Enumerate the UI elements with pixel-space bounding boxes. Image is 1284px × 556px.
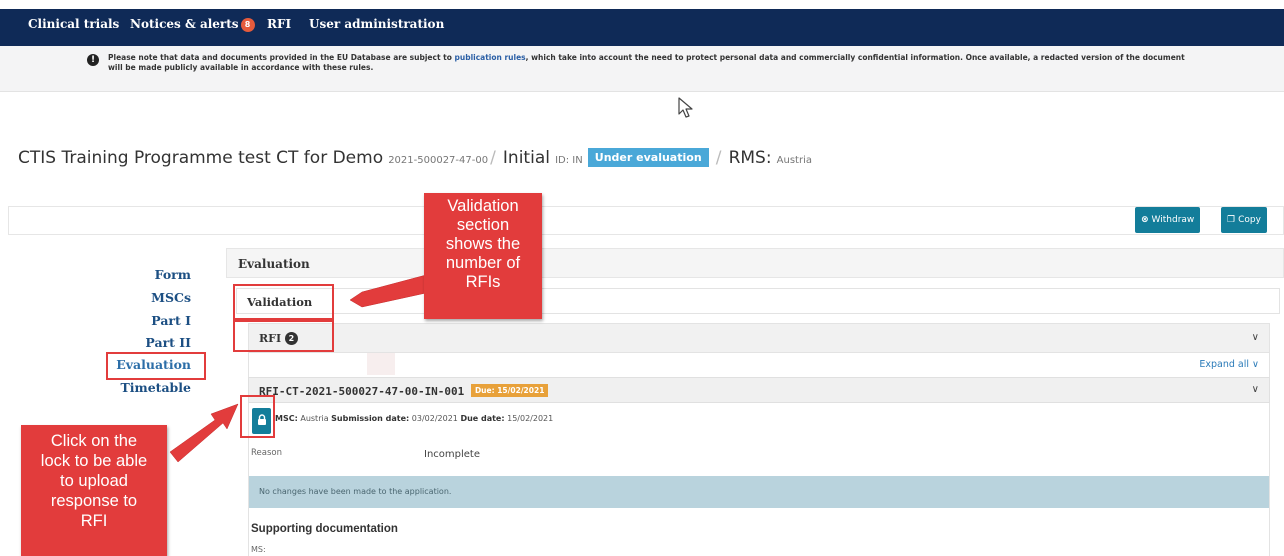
arrow-to-lock bbox=[169, 403, 239, 463]
expand-row: Expand all ∨ bbox=[248, 353, 1270, 377]
action-bar: ⊗ Withdraw ❐ Copy bbox=[8, 206, 1284, 235]
validation-section-header[interactable]: Validation bbox=[236, 288, 1280, 314]
notice-line2: will be made publicly available in accor… bbox=[108, 63, 374, 72]
evaluation-header: Evaluation bbox=[226, 248, 1284, 278]
alerts-count-badge: 8 bbox=[240, 18, 255, 32]
chevron-down-icon[interactable]: ∨ bbox=[1252, 332, 1259, 343]
msc-label: MSC: bbox=[275, 414, 298, 423]
copy-label: Copy bbox=[1238, 215, 1261, 225]
lock-highlight-box bbox=[240, 395, 275, 438]
validation-callout: Validation section shows the number of R… bbox=[424, 193, 542, 319]
rfi-highlight-box bbox=[233, 320, 334, 352]
title-separator: / bbox=[715, 148, 722, 168]
notice-text: Please note that data and documents prov… bbox=[108, 53, 1284, 73]
withdraw-button[interactable]: ⊗ Withdraw bbox=[1135, 207, 1201, 233]
rfi-id-text: RFI-CT-2021-500027-47-00-IN-001 bbox=[259, 385, 465, 398]
chevron-down-icon: ∨ bbox=[1252, 359, 1259, 370]
trial-phase: Initial bbox=[502, 148, 550, 168]
info-message-bar: No changes have been made to the applica… bbox=[249, 476, 1269, 508]
publication-notice: ! Please note that data and documents pr… bbox=[0, 46, 1284, 92]
mouse-cursor-icon bbox=[678, 97, 693, 118]
sidebar-item-mscs[interactable]: MSCs bbox=[151, 290, 191, 305]
callout-line: RFIs bbox=[465, 273, 501, 291]
evaluation-title: Evaluation bbox=[238, 257, 310, 271]
due-date-badge: Due: 15/02/2021 bbox=[470, 384, 549, 397]
nav-rfi[interactable]: RFI bbox=[267, 17, 291, 31]
callout-line: Validation bbox=[447, 197, 519, 215]
callout-line: to upload bbox=[60, 472, 128, 490]
status-badge: Under evaluation bbox=[587, 148, 709, 167]
trial-id: ID: IN bbox=[555, 155, 583, 166]
rms-label: RMS: bbox=[728, 148, 772, 168]
reason-label: Reason bbox=[251, 448, 282, 458]
callout-line: Click on the bbox=[50, 432, 138, 450]
publication-rules-link[interactable]: publication rules bbox=[455, 53, 526, 62]
sidebar-item-part-i[interactable]: Part I bbox=[151, 313, 191, 328]
evaluation-highlight-box bbox=[106, 352, 206, 380]
sidebar-item-form[interactable]: Form bbox=[155, 267, 191, 282]
nav-user-administration[interactable]: User administration bbox=[309, 17, 444, 31]
info-circle-icon: ! bbox=[87, 54, 99, 66]
title-separator: / bbox=[490, 148, 496, 168]
reason-value: Incomplete bbox=[424, 449, 480, 460]
copy-icon: ❐ bbox=[1227, 215, 1236, 225]
highlight-artifact bbox=[367, 353, 395, 375]
sidebar-item-timetable[interactable]: Timetable bbox=[120, 380, 191, 395]
nav-notices-alerts-label: Notices & alerts bbox=[130, 17, 239, 31]
rfi-meta-row: MSC: Austria Submission date: 03/02/2021… bbox=[275, 414, 553, 423]
rms-value: Austria bbox=[776, 155, 812, 166]
ms-label: MS: bbox=[251, 545, 266, 554]
withdraw-label: Withdraw bbox=[1151, 215, 1195, 225]
msc-value: Austria bbox=[300, 414, 329, 423]
validation-highlight-box bbox=[233, 284, 334, 320]
chevron-down-icon[interactable]: ∨ bbox=[1252, 384, 1259, 395]
x-circle-icon: ⊗ bbox=[1141, 215, 1149, 225]
expand-all-link[interactable]: Expand all ∨ bbox=[1199, 359, 1259, 370]
trial-title-row: CTIS Training Programme test CT for Demo… bbox=[18, 148, 812, 168]
callout-line: RFI bbox=[80, 512, 108, 530]
notice-line1-before: Please note that data and documents prov… bbox=[108, 53, 455, 62]
trial-title: CTIS Training Programme test CT for Demo bbox=[18, 148, 384, 168]
rfi-item-body: MSC: Austria Submission date: 03/02/2021… bbox=[248, 403, 1270, 556]
lock-callout: Click on the lock to be able to upload r… bbox=[21, 425, 167, 556]
expand-all-label: Expand all bbox=[1199, 359, 1249, 370]
callout-line: response to bbox=[50, 492, 138, 510]
rfi-accordion-header[interactable]: RFI 2 ∨ bbox=[248, 323, 1270, 353]
callout-line: lock to be able bbox=[40, 452, 148, 470]
nav-notices-alerts[interactable]: Notices & alerts 8 bbox=[130, 17, 255, 32]
submission-date-value: 03/02/2021 bbox=[411, 414, 458, 423]
nav-clinical-trials[interactable]: Clinical trials bbox=[28, 17, 119, 31]
copy-button[interactable]: ❐ Copy bbox=[1221, 207, 1267, 233]
due-date-label: Due date: bbox=[460, 414, 505, 423]
rfi-item-id: RFI-CT-2021-500027-47-00-IN-001 Due: 15/… bbox=[259, 384, 549, 398]
callout-line: section bbox=[456, 216, 510, 234]
sidebar-item-part-ii[interactable]: Part II bbox=[145, 335, 191, 350]
top-navigation: Clinical trials Notices & alerts 8 RFI Us… bbox=[0, 0, 1284, 48]
trial-number: 2021-500027-47-00 bbox=[388, 155, 489, 166]
supporting-documentation-title: Supporting documentation bbox=[251, 523, 398, 535]
notice-line1-after: , which take into account the need to pr… bbox=[525, 53, 1185, 62]
callout-line: shows the bbox=[445, 235, 521, 253]
callout-line: number of bbox=[445, 254, 521, 272]
rfi-item-header[interactable]: RFI-CT-2021-500027-47-00-IN-001 Due: 15/… bbox=[248, 377, 1270, 403]
due-date-value: 15/02/2021 bbox=[507, 414, 554, 423]
submission-date-label: Submission date: bbox=[331, 414, 410, 423]
info-message-text: No changes have been made to the applica… bbox=[259, 487, 452, 496]
